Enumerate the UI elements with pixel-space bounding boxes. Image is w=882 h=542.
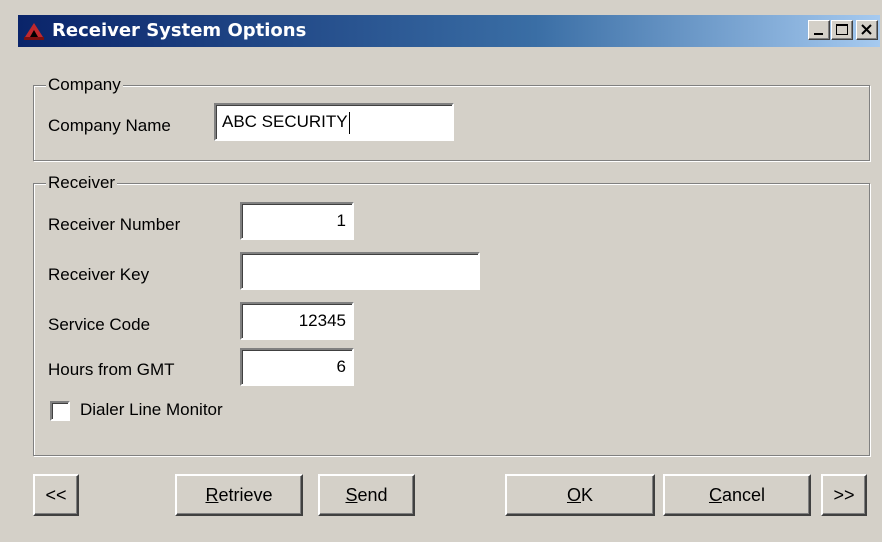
title-bar[interactable]: Receiver System Options — [18, 15, 880, 47]
next-label: >> — [833, 484, 855, 505]
send-accel: S — [345, 484, 358, 505]
receiver-number-input[interactable]: 1 — [240, 202, 354, 240]
receiver-system-options-window: Receiver System Options Company Company … — [0, 0, 882, 542]
company-name-label: Company Name — [48, 116, 171, 135]
company-name-value: ABC SECURITY — [222, 112, 348, 131]
retrieve-accel: R — [205, 484, 219, 505]
minimize-icon — [814, 33, 823, 35]
previous-button[interactable]: << — [33, 474, 79, 516]
service-code-input[interactable]: 12345 — [240, 302, 354, 340]
cancel-accel: C — [708, 484, 722, 505]
ok-label: K — [581, 484, 594, 505]
dialer-line-monitor-label[interactable]: Dialer Line Monitor — [80, 400, 223, 420]
cancel-label: ancel — [721, 484, 766, 505]
ok-button[interactable]: OK — [505, 474, 655, 516]
next-button[interactable]: >> — [821, 474, 867, 516]
dialer-line-monitor-checkbox[interactable] — [50, 401, 70, 421]
service-code-label: Service Code — [48, 315, 151, 334]
maximize-button[interactable] — [831, 20, 853, 40]
receiver-number-label: Receiver Number — [48, 215, 181, 234]
company-group-legend: Company — [46, 75, 123, 95]
retrieve-label: etrieve — [218, 484, 273, 505]
retrieve-button[interactable]: Retrieve — [175, 474, 303, 516]
send-label: end — [357, 484, 388, 505]
send-button[interactable]: Send — [318, 474, 415, 516]
ok-accel: O — [566, 484, 581, 505]
minimize-button[interactable] — [808, 20, 830, 40]
hours-from-gmt-input[interactable]: 6 — [240, 348, 354, 386]
maximize-icon — [836, 24, 848, 35]
receiver-key-label: Receiver Key — [48, 265, 150, 284]
receiver-key-input[interactable] — [240, 252, 480, 290]
previous-label: << — [45, 484, 67, 505]
company-name-input[interactable]: ABC SECURITY — [214, 103, 454, 141]
cancel-button[interactable]: Cancel — [663, 474, 811, 516]
close-button[interactable] — [856, 20, 878, 40]
app-logo-icon — [22, 19, 46, 43]
close-icon — [861, 24, 872, 35]
text-caret — [348, 111, 350, 134]
receiver-group-legend: Receiver — [46, 173, 118, 193]
window-title: Receiver System Options — [52, 20, 307, 41]
hours-from-gmt-label: Hours from GMT — [48, 360, 175, 379]
